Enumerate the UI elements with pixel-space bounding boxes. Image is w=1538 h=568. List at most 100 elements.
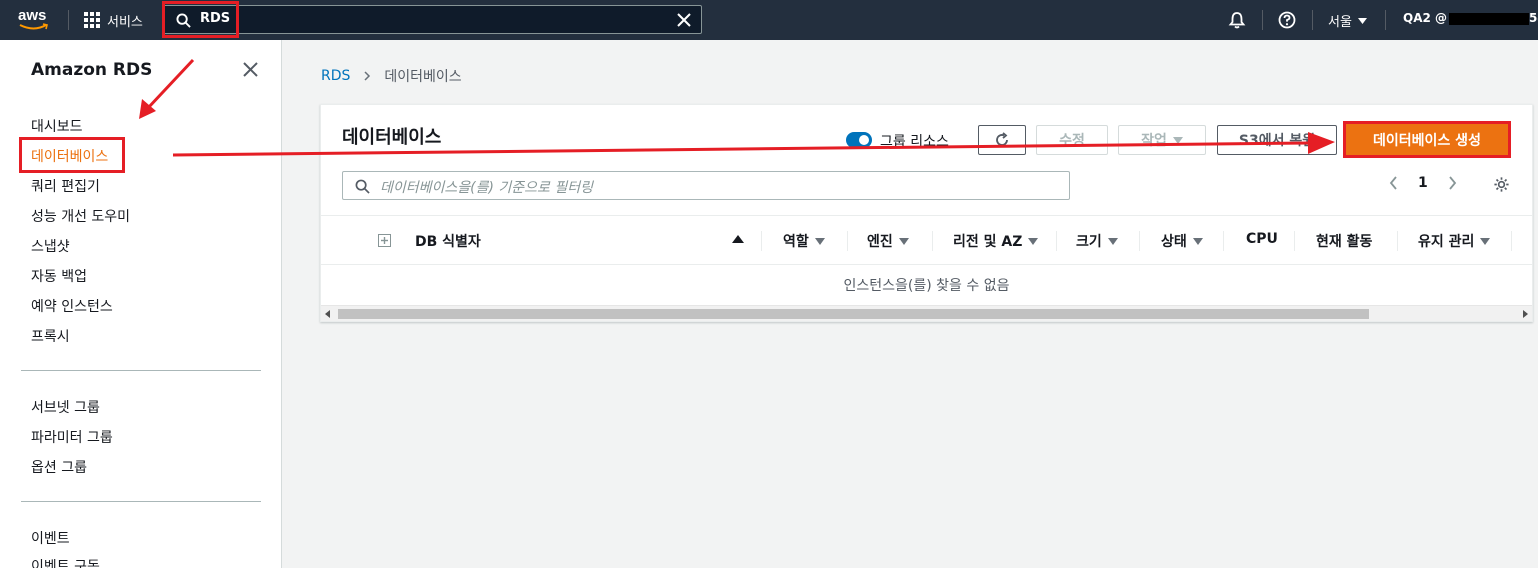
column-header-role[interactable]: 역할 bbox=[783, 231, 825, 251]
caret-down-icon bbox=[1172, 136, 1183, 144]
create-database-label: 데이터베이스 생성 bbox=[1373, 133, 1481, 149]
horizontal-scrollbar[interactable] bbox=[321, 305, 1532, 321]
column-divider bbox=[1223, 231, 1224, 251]
search-icon bbox=[176, 13, 191, 28]
nav-divider bbox=[1385, 10, 1386, 30]
scrollbar-thumb[interactable] bbox=[338, 309, 1369, 319]
toggle-knob bbox=[859, 135, 869, 145]
pagination: 1 bbox=[1389, 175, 1457, 191]
bell-icon[interactable] bbox=[1228, 11, 1246, 29]
sidebar-item-automated-backups[interactable]: 자동 백업 bbox=[31, 266, 87, 286]
empty-table-message: 인스턴스을(를) 찾을 수 없음 bbox=[843, 278, 1010, 294]
column-header-maintenance[interactable]: 유지 관리 bbox=[1418, 231, 1491, 251]
scroll-right-icon[interactable] bbox=[1523, 310, 1528, 318]
services-label: 서비스 bbox=[107, 14, 143, 30]
region-label: 서울 bbox=[1328, 15, 1352, 30]
chevron-right-icon bbox=[364, 71, 371, 81]
column-divider bbox=[1511, 231, 1512, 251]
sidebar-divider bbox=[21, 501, 261, 502]
gear-icon[interactable] bbox=[1493, 176, 1510, 193]
breadcrumb: RDS 데이터베이스 bbox=[321, 66, 462, 86]
column-header-db-identifier[interactable]: DB 식별자 bbox=[415, 231, 481, 251]
sort-ascending-icon[interactable] bbox=[732, 235, 744, 243]
sidenav-title: Amazon RDS bbox=[31, 60, 153, 80]
refresh-button[interactable] bbox=[978, 125, 1026, 155]
column-label: DB 식별자 bbox=[415, 234, 481, 250]
sidebar-item-events[interactable]: 이벤트 bbox=[31, 528, 70, 548]
actions-label: 작업 bbox=[1141, 133, 1167, 149]
column-header-cpu[interactable]: CPU bbox=[1246, 231, 1278, 247]
sort-icon bbox=[898, 237, 909, 245]
column-header-engine[interactable]: 엔진 bbox=[867, 231, 909, 251]
sidebar-item-parameter-groups[interactable]: 파라미터 그룹 bbox=[31, 427, 113, 447]
global-search-input[interactable]: RDS bbox=[163, 5, 702, 34]
sidebar-item-option-groups[interactable]: 옵션 그룹 bbox=[31, 457, 87, 477]
column-label: 역할 bbox=[783, 234, 809, 250]
aws-smile-icon bbox=[19, 23, 48, 30]
column-label: 크기 bbox=[1076, 234, 1102, 250]
actions-dropdown[interactable]: 작업 bbox=[1118, 125, 1206, 155]
current-page[interactable]: 1 bbox=[1418, 175, 1428, 191]
sidebar-item-performance-insights[interactable]: 성능 개선 도우미 bbox=[31, 206, 130, 226]
redacted-account-id bbox=[1449, 12, 1530, 25]
sort-icon bbox=[1107, 237, 1118, 245]
close-icon[interactable] bbox=[677, 13, 691, 27]
column-divider bbox=[1056, 231, 1057, 251]
breadcrumb-link-rds[interactable]: RDS bbox=[321, 68, 350, 84]
account-label: QA2 @ bbox=[1403, 11, 1448, 25]
chevron-left-icon[interactable] bbox=[1389, 176, 1398, 190]
create-database-button[interactable]: 데이터베이스 생성 bbox=[1345, 123, 1509, 157]
panel-title: 데이터베이스 bbox=[342, 127, 442, 148]
sidebar-item-snapshots[interactable]: 스냅샷 bbox=[31, 236, 70, 256]
sort-icon bbox=[814, 237, 825, 245]
sidebar-item-proxies[interactable]: 프록시 bbox=[31, 326, 70, 346]
column-divider bbox=[1294, 231, 1295, 251]
sidebar-item-event-subscriptions[interactable]: 이벤트 구독 bbox=[31, 556, 100, 568]
expand-all-icon[interactable] bbox=[378, 234, 391, 247]
account-menu[interactable]: QA2 @ 54 bbox=[1403, 11, 1538, 25]
scroll-left-icon[interactable] bbox=[325, 310, 330, 318]
column-divider bbox=[932, 231, 933, 251]
column-divider bbox=[1139, 231, 1140, 251]
column-label: 현재 활동 bbox=[1316, 234, 1373, 250]
column-label: 유지 관리 bbox=[1418, 234, 1475, 250]
sidebar-item-subnet-groups[interactable]: 서브넷 그룹 bbox=[31, 397, 100, 417]
help-icon[interactable] bbox=[1278, 11, 1296, 29]
column-divider bbox=[1397, 231, 1398, 251]
chevron-right-icon[interactable] bbox=[1448, 176, 1457, 190]
column-label: CPU bbox=[1246, 231, 1278, 247]
close-icon[interactable] bbox=[243, 62, 258, 77]
sidebar-divider bbox=[21, 370, 261, 371]
nav-divider bbox=[1312, 10, 1313, 30]
aws-logo-text: aws bbox=[18, 7, 47, 24]
group-resources-label: 그룹 리소스 bbox=[880, 134, 949, 150]
region-selector[interactable]: 서울 bbox=[1328, 11, 1367, 30]
grid-icon bbox=[84, 12, 100, 28]
modify-label: 수정 bbox=[1059, 133, 1085, 149]
nav-divider bbox=[68, 10, 69, 30]
sort-icon bbox=[1480, 237, 1491, 245]
group-resources-toggle[interactable] bbox=[846, 132, 872, 148]
column-header-size[interactable]: 크기 bbox=[1076, 231, 1118, 251]
modify-button[interactable]: 수정 bbox=[1036, 125, 1108, 155]
column-label: 리전 및 AZ bbox=[953, 234, 1023, 250]
database-filter-input[interactable]: 데이터베이스을(를) 기준으로 필터링 bbox=[342, 171, 1070, 200]
sidebar-item-databases[interactable]: 데이터베이스 bbox=[31, 146, 108, 166]
sidebar-item-reserved-instances[interactable]: 예약 인스턴스 bbox=[31, 296, 113, 316]
column-header-region-az[interactable]: 리전 및 AZ bbox=[953, 231, 1039, 251]
account-suffix: 54 bbox=[1529, 11, 1538, 25]
sort-icon bbox=[1028, 237, 1039, 245]
column-divider bbox=[761, 231, 762, 251]
nav-divider bbox=[1262, 10, 1263, 30]
sidebar-item-dashboard[interactable]: 대시보드 bbox=[31, 116, 83, 136]
sidebar-item-query-editor[interactable]: 쿼리 편집기 bbox=[31, 176, 100, 196]
aws-logo[interactable]: aws bbox=[18, 7, 54, 33]
column-header-current-activity[interactable]: 현재 활동 bbox=[1316, 231, 1372, 251]
caret-down-icon bbox=[1357, 17, 1367, 24]
column-divider bbox=[847, 231, 848, 251]
column-header-status[interactable]: 상태 bbox=[1161, 231, 1203, 251]
restore-from-s3-button[interactable]: S3에서 복원 bbox=[1217, 125, 1337, 155]
services-menu-button[interactable]: 서비스 bbox=[84, 11, 143, 30]
sort-icon bbox=[1192, 237, 1203, 245]
refresh-icon bbox=[996, 132, 1008, 146]
